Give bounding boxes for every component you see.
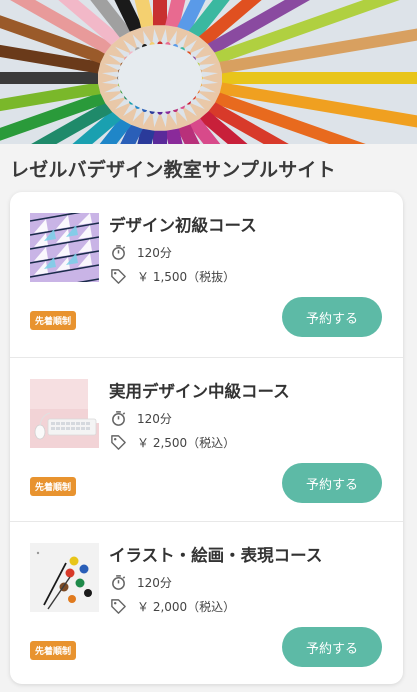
keyboard-desk-image (30, 379, 99, 448)
duration-text: 120分 (137, 576, 172, 590)
course-duration: 120分 (110, 244, 172, 261)
course-item-beginner: デザイン初級コース 120分 ￥ 1,500（税抜） 先着順制 予約する (10, 192, 403, 356)
colored-pencils-photo (0, 0, 417, 144)
pencil-body (0, 72, 98, 84)
course-price: ￥ 2,000（税込） (110, 598, 235, 615)
course-title: 実用デザイン中級コース (109, 382, 290, 401)
hero-image (0, 0, 417, 144)
price-tag-icon (111, 269, 126, 284)
duration-text: 120分 (137, 412, 172, 426)
stopwatch-icon (112, 411, 126, 426)
pencil-body (153, 130, 167, 144)
paint-palette-image (30, 543, 99, 612)
price-text: ￥ 2,000（税込） (137, 600, 236, 614)
price-text: ￥ 2,500（税込） (137, 436, 236, 450)
course-duration: 120分 (110, 574, 172, 591)
course-title: デザイン初級コース (109, 216, 257, 235)
site-title: レゼルバデザイン教室サンプルサイト (10, 159, 336, 181)
status-badge: 先着順制 (30, 641, 77, 660)
stopwatch-icon (112, 575, 126, 590)
course-title: イラスト・絵画・表現コース (109, 546, 323, 565)
reserve-button[interactable]: 予約する (282, 297, 382, 337)
course-item-illustration: イラスト・絵画・表現コース 120分 ￥ 2,000（税込） 先着順制 予約する (10, 521, 403, 684)
course-price: ￥ 2,500（税込） (110, 434, 235, 451)
price-text: ￥ 1,500（税抜） (137, 270, 236, 284)
status-badge: 先着順制 (30, 311, 77, 330)
price-tag-icon (111, 599, 126, 614)
stopwatch-icon (112, 245, 126, 260)
course-duration: 120分 (110, 410, 172, 427)
course-price: ￥ 1,500（税抜） (110, 268, 235, 285)
status-badge: 先着順制 (30, 477, 77, 496)
reserve-button[interactable]: 予約する (282, 627, 382, 667)
course-list-card: デザイン初級コース 120分 ￥ 1,500（税抜） 先着順制 予約する 実用デ… (10, 192, 403, 684)
pencil-body (222, 72, 417, 84)
price-tag-icon (111, 435, 126, 450)
triangle-pattern-image (30, 213, 99, 282)
pencil-body (153, 0, 167, 26)
reserve-button[interactable]: 予約する (282, 463, 382, 503)
duration-text: 120分 (137, 246, 172, 260)
course-item-intermediate: 実用デザイン中級コース 120分 ￥ 2,500（税込） 先着順制 予約する (10, 357, 403, 521)
